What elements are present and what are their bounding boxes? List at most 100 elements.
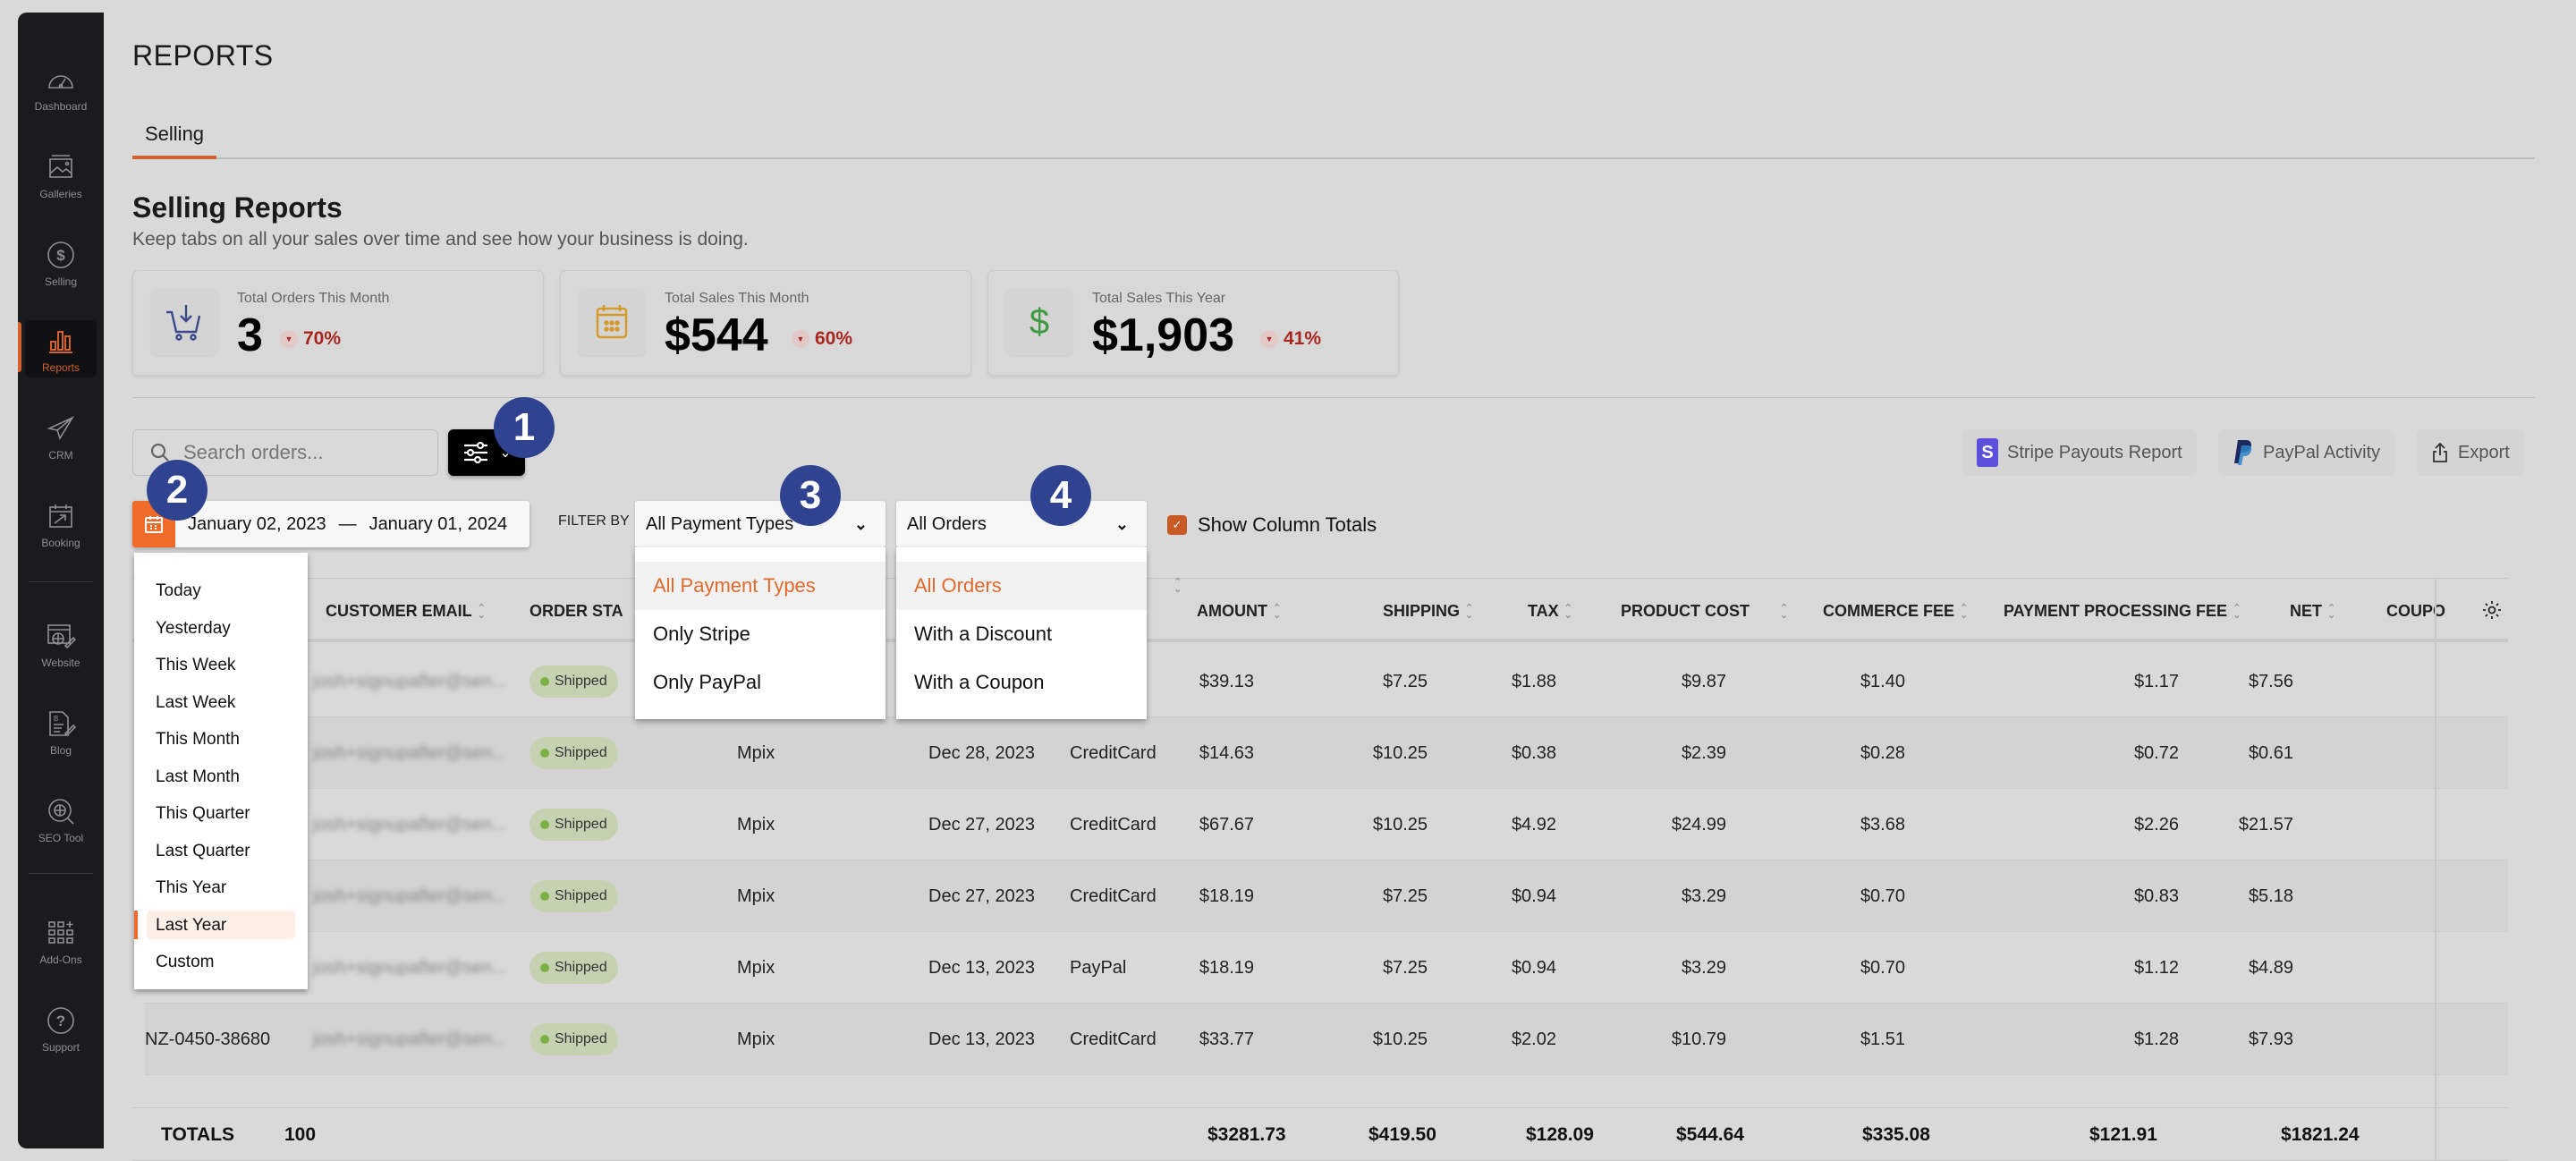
- menu-item[interactable]: With a Discount: [896, 610, 1147, 658]
- status-dot-icon: [540, 677, 549, 686]
- column-header-payment-processing-fee[interactable]: PAYMENT PROCESSING FEE ⌃ ⌄: [2004, 579, 2241, 643]
- share-export-icon: [2433, 442, 2447, 462]
- select-value: All Payment Types: [646, 513, 794, 534]
- sidebar: Dashboard Galleries $ Selling Reports CR…: [18, 13, 104, 1148]
- sidebar-item-label: Support: [41, 1041, 80, 1054]
- cell-commerce_fee: $0.28: [1860, 743, 1905, 763]
- stripe-payouts-report-button[interactable]: S Stripe Payouts Report: [1962, 429, 2197, 476]
- totals-amount: $3281.73: [1208, 1124, 1286, 1145]
- search-input[interactable]: [183, 441, 416, 464]
- sidebar-item-selling[interactable]: $ Selling: [18, 233, 104, 295]
- column-header-amount[interactable]: ⌃ ⌄ AMOUNT ⌃ ⌄: [1174, 578, 1281, 643]
- cell-product_cost: $9.87: [1681, 672, 1726, 691]
- button-label: Stripe Payouts Report: [2007, 442, 2182, 462]
- cell-tax: $0.38: [1511, 743, 1556, 763]
- calendar-booking-icon: [49, 504, 72, 528]
- column-header-customer-email[interactable]: ⌃⌄CUSTOMER EMAIL⌃⌄: [293, 578, 486, 643]
- sidebar-item-label: Booking: [41, 537, 80, 549]
- date-preset-option[interactable]: Last Month: [134, 758, 308, 796]
- checkbox-label: Show Column Totals: [1198, 513, 1377, 536]
- date-preset-option[interactable]: This Quarter: [134, 795, 308, 833]
- cell-net: $21.57: [2238, 815, 2293, 835]
- status-badge: Shipped: [530, 809, 618, 841]
- date-start[interactable]: January 02, 2023: [188, 514, 326, 535]
- table-row[interactable]: josh+signupafter@sen... Mpix Dec 13, 2023 P…: [145, 932, 2508, 1004]
- menu-item[interactable]: All Payment Types: [635, 562, 886, 610]
- stat-delta: ▼ 60%: [792, 328, 852, 350]
- sidebar-item-label: Blog: [49, 744, 72, 757]
- status-badge: Shipped: [530, 737, 618, 769]
- paypal-activity-button[interactable]: PayPal Activity: [2218, 429, 2395, 476]
- sidebar-item-dashboard[interactable]: Dashboard: [18, 57, 104, 120]
- cell-commerce_fee: $1.40: [1860, 672, 1905, 691]
- cell-processing_fee: $2.26: [2133, 815, 2179, 835]
- order-type-select[interactable]: All Orders ⌄: [896, 501, 1147, 547]
- column-settings-column: [2435, 578, 2508, 1161]
- date-preset-label: This Year: [156, 878, 227, 897]
- sidebar-item-crm[interactable]: CRM: [18, 406, 104, 469]
- section-divider: [132, 397, 2535, 398]
- table-row[interactable]: josh+signupafter@sen... Mpix Dec 27, 2023 C…: [145, 860, 2508, 932]
- sidebar-item-add-ons[interactable]: Add-Ons: [18, 911, 104, 973]
- stat-delta-value: 60%: [815, 328, 853, 349]
- sidebar-item-label: CRM: [48, 449, 73, 462]
- export-button[interactable]: Export: [2417, 429, 2524, 476]
- stat-card-orders-month: Total Orders This Month 3 ▼ 70%: [132, 270, 544, 376]
- payment-type-select[interactable]: All Payment Types ⌄: [635, 501, 886, 547]
- sidebar-item-reports[interactable]: Reports: [18, 318, 104, 381]
- column-header-net[interactable]: NET ⌃ ⌄: [2290, 579, 2335, 643]
- sidebar-item-support[interactable]: ? Support: [18, 998, 104, 1061]
- table-row[interactable]: NZ-0450-38680 josh+signupafter@sen... Mpix…: [145, 1004, 2508, 1075]
- table-row[interactable]: josh+signupafter@sen... Mpix Dec 27, 2023 C…: [145, 789, 2508, 860]
- website-globe-icon: [47, 624, 76, 649]
- cell-order: NZ-0450-38680: [145, 1030, 271, 1049]
- date-preset-label: Custom: [156, 953, 215, 971]
- cart-download-icon: [166, 305, 201, 341]
- sidebar-item-booking[interactable]: Booking: [18, 494, 104, 556]
- gear-icon[interactable]: [2481, 599, 2503, 621]
- date-preset-option[interactable]: Custom: [134, 944, 308, 981]
- stat-value: $544: [665, 309, 768, 361]
- gallery-image-icon: [49, 155, 72, 178]
- column-header-order-status[interactable]: ORDER STA: [530, 579, 623, 643]
- sidebar-divider: [29, 581, 93, 582]
- date-preset-option[interactable]: Last Week: [134, 684, 308, 722]
- filter-by-label: FILTER BY: [558, 513, 630, 529]
- date-end[interactable]: January 01, 2024: [369, 514, 508, 535]
- date-preset-option[interactable]: This Year: [134, 869, 308, 907]
- payment-type-menu: All Payment Types Only Stripe Only PayPa…: [635, 547, 886, 719]
- cell-lab: Mpix: [737, 886, 775, 906]
- tab-selling[interactable]: Selling: [132, 118, 217, 159]
- column-header-product-cost[interactable]: PRODUCT COST ⌃ ⌄: [1621, 579, 1788, 643]
- date-preset-label: Last Quarter: [156, 841, 250, 860]
- sidebar-item-seo-tool[interactable]: SEO Tool: [18, 789, 104, 852]
- date-preset-option[interactable]: Last Quarter: [134, 833, 308, 870]
- show-column-totals-toggle[interactable]: ✓ Show Column Totals: [1167, 513, 1377, 537]
- sidebar-item-galleries[interactable]: Galleries: [18, 145, 104, 208]
- tab-bar: Selling: [132, 118, 2535, 159]
- cell-product_cost: $10.79: [1671, 1030, 1726, 1049]
- column-header-tax[interactable]: TAX ⌃ ⌄: [1528, 579, 1572, 643]
- table-row[interactable]: josh+signupafter@sen... Shipped $39.13 $7.2…: [145, 646, 2508, 717]
- down-arrow-icon: ▼: [1260, 330, 1278, 348]
- checkbox-checked[interactable]: ✓: [1167, 515, 1187, 535]
- date-preset-option[interactable]: Today: [134, 572, 308, 610]
- stat-value: 3: [237, 309, 263, 361]
- column-header-commerce-fee[interactable]: COMMERCE FEE ⌃ ⌄: [1823, 579, 1968, 643]
- date-preset-option[interactable]: Yesterday: [134, 610, 308, 648]
- seo-globe-search-icon: [48, 799, 74, 825]
- cell-net: $7.93: [2248, 1030, 2293, 1049]
- menu-item[interactable]: All Orders: [896, 562, 1147, 610]
- date-preset-option[interactable]: Last Year: [134, 907, 308, 945]
- sidebar-item-blog[interactable]: B Blog: [18, 701, 104, 764]
- menu-item[interactable]: With a Coupon: [896, 658, 1147, 707]
- column-header-shipping[interactable]: SHIPPING ⌃ ⌄: [1383, 579, 1473, 643]
- menu-item[interactable]: Only PayPal: [635, 658, 886, 707]
- sidebar-item-website[interactable]: Website: [18, 614, 104, 676]
- status-badge: Shipped: [530, 1023, 618, 1055]
- date-preset-option[interactable]: This Month: [134, 721, 308, 758]
- date-preset-option[interactable]: This Week: [134, 647, 308, 684]
- stat-label: Total Orders This Month: [237, 291, 390, 306]
- menu-item[interactable]: Only Stripe: [635, 610, 886, 658]
- table-row[interactable]: josh+signupafter@sen... Mpix Dec 28, 2023 C…: [145, 717, 2508, 789]
